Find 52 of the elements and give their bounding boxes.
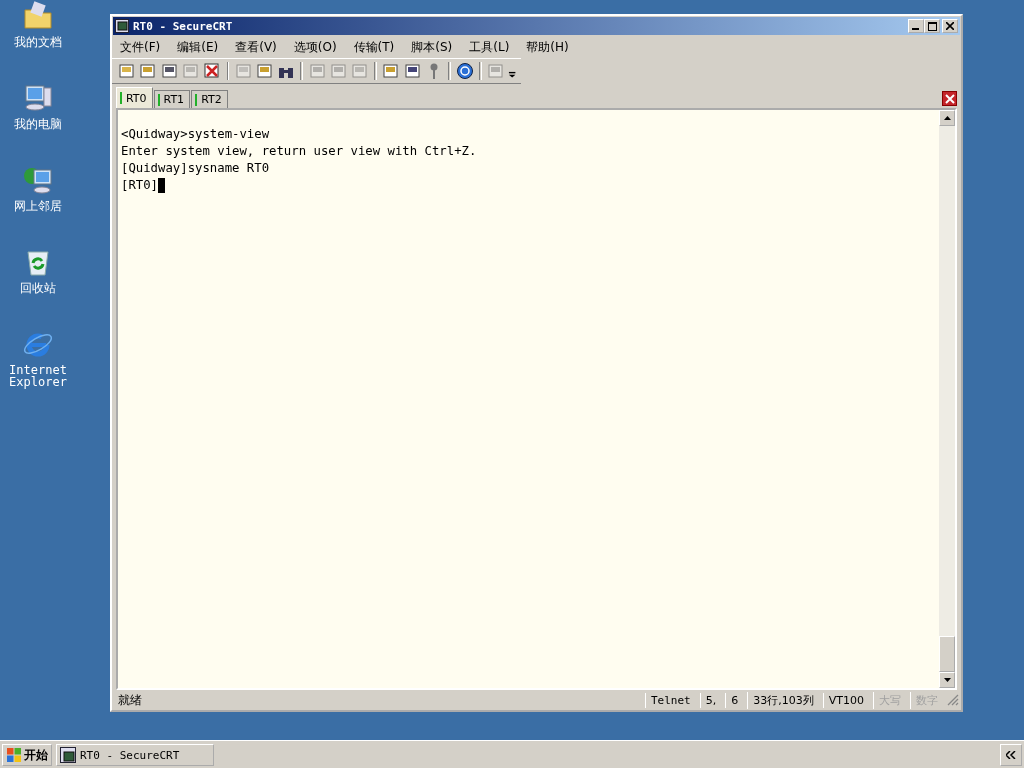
menu-item[interactable]: 文件(F) [120, 38, 161, 56]
menu-item[interactable]: 编辑(E) [177, 38, 219, 56]
show-tray-button[interactable] [1000, 744, 1022, 766]
terminal-line: [RT0] [121, 177, 159, 194]
text-cursor [158, 178, 166, 193]
session-tab[interactable]: RT1 [153, 90, 191, 108]
status-message: 就绪 [118, 691, 143, 709]
menu-item[interactable]: 选项(O) [293, 38, 337, 56]
window-title: RT0 - SecureCRT [133, 19, 234, 33]
taskbar-button[interactable]: RT0 - SecureCRT [56, 744, 214, 766]
desktop-icon-label: Internet Explorer [8, 364, 68, 388]
cursor-row: 5, [699, 692, 722, 708]
maximize-icon [927, 21, 937, 31]
windows-flag-icon [6, 747, 22, 763]
app-window-icon [60, 747, 76, 763]
menu-item[interactable]: 传输(T) [353, 38, 395, 56]
desktop-icon-label: 回收站 [19, 282, 57, 294]
desktop-icon-label: 网上邻居 [13, 200, 63, 212]
terminal-size: 33行,103列 [747, 691, 819, 709]
menu-item[interactable]: 查看(V) [235, 38, 277, 56]
terminal-line: Enter system view, return user view with Ctrl+Z. [121, 143, 477, 160]
down-arrow-icon [943, 678, 951, 682]
scroll-down-button[interactable] [939, 672, 955, 688]
app-window-icon [115, 19, 129, 33]
desktop-icon-label: 我的电脑 [13, 118, 63, 130]
terminal-line: [Quidway]sysname RT0 [121, 160, 270, 177]
menu-item[interactable]: 帮助(H) [526, 38, 569, 56]
session-tab[interactable]: RT2 [191, 90, 228, 108]
desktop-icon-label: 我的文档 [13, 36, 63, 48]
close-icon [944, 93, 955, 104]
resize-grip-icon[interactable] [947, 694, 959, 706]
session-tab[interactable]: RT0 [116, 87, 153, 108]
minimize-button[interactable] [908, 19, 924, 33]
close-tab-button[interactable] [942, 91, 957, 106]
scroll-thumb[interactable] [939, 636, 955, 672]
disconnect-icon [203, 62, 222, 80]
scroll-up-button[interactable] [939, 110, 955, 126]
cursor-column: 6 [725, 692, 744, 708]
menu-item[interactable]: 脚本(S) [411, 38, 453, 56]
folder-icon[interactable] [22, 0, 54, 32]
close-icon [946, 22, 954, 30]
computer-icon[interactable] [22, 82, 54, 114]
maximize-button[interactable] [924, 19, 940, 33]
double-chevron-icon [1006, 751, 1016, 759]
vertical-scrollbar[interactable] [939, 110, 955, 688]
start-button[interactable]: 开始 [2, 744, 52, 766]
emulation-status: VT100 [822, 692, 869, 708]
protocol-status: Telnet [645, 692, 696, 708]
terminal-line: <Quidway>system-view [121, 126, 270, 143]
menu-item[interactable]: 工具(L) [469, 38, 510, 56]
up-arrow-icon [943, 116, 951, 120]
close-button[interactable] [942, 19, 958, 33]
